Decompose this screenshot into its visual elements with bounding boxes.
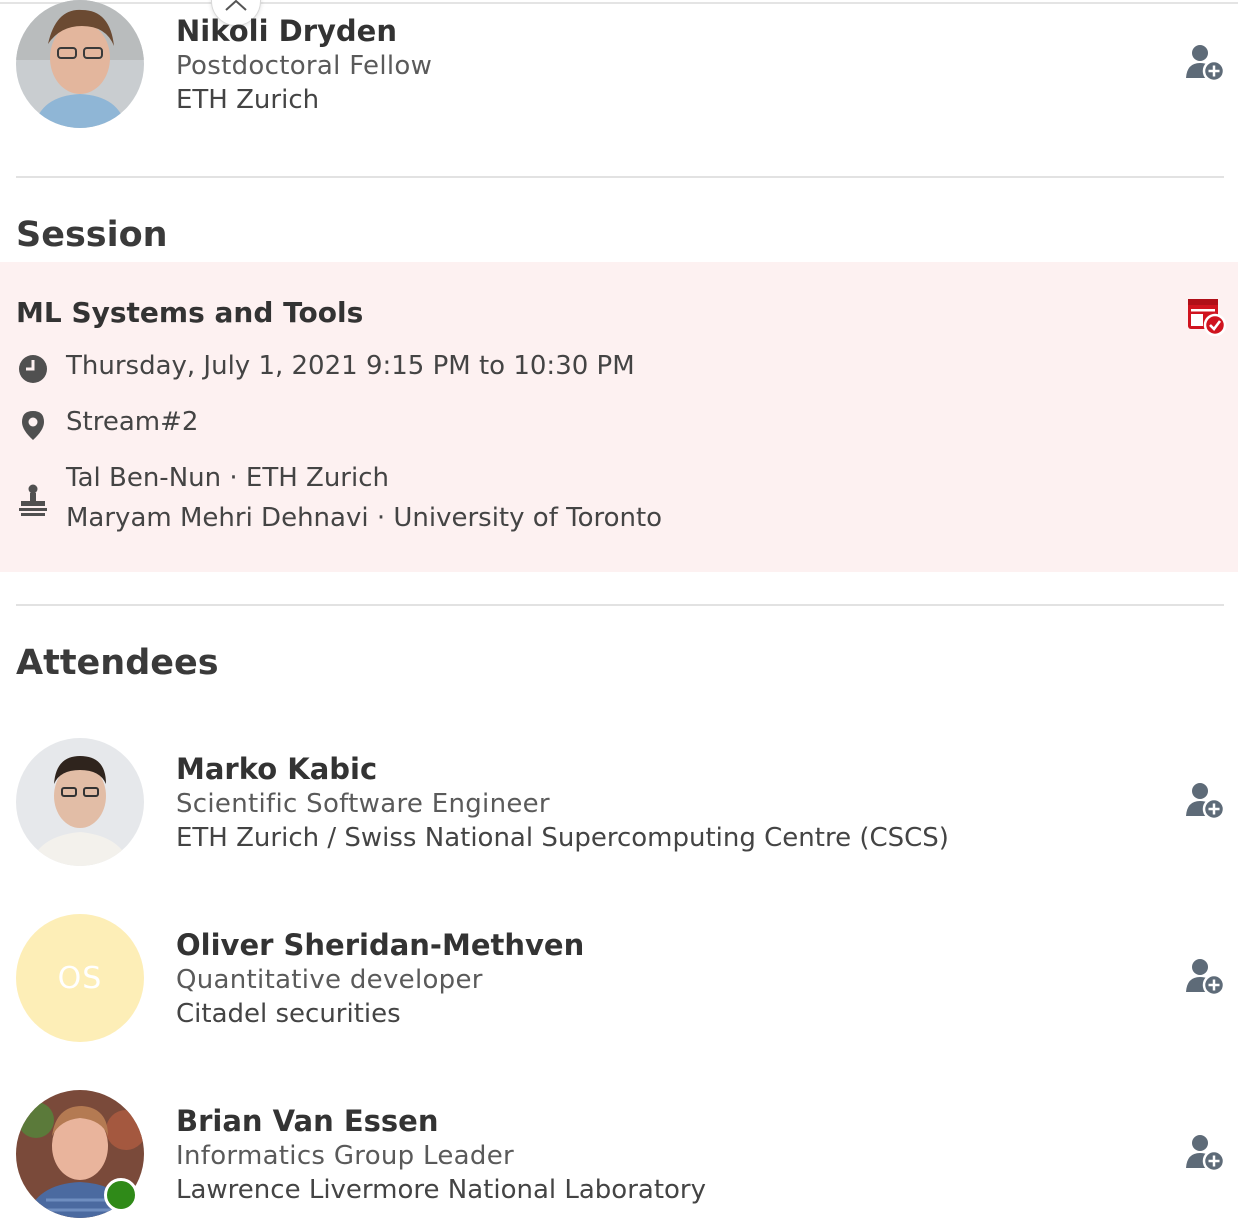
session-title[interactable]: ML Systems and Tools <box>16 296 363 330</box>
add-contact-icon <box>1186 783 1226 821</box>
attendee-org: Lawrence Livermore National Laboratory <box>176 1175 707 1205</box>
session-chair[interactable]: Maryam Mehri Dehnavi · University of Tor… <box>66 502 662 534</box>
add-contact-button[interactable] <box>1184 42 1226 84</box>
attendee-title: Scientific Software Engineer <box>176 789 550 819</box>
avatar-nikoli-dryden[interactable] <box>16 0 144 128</box>
calendar-added-icon <box>1188 299 1227 337</box>
session-datetime: Thursday, July 1, 2021 9:15 PM to 10:30 … <box>66 351 635 381</box>
add-contact-icon <box>1186 959 1226 997</box>
session-heading: Session <box>16 215 168 255</box>
add-contact-button[interactable] <box>1184 1132 1226 1174</box>
attendee-name[interactable]: Marko Kabic <box>176 752 377 786</box>
add-contact-button[interactable] <box>1184 956 1226 998</box>
attendees-heading: Attendees <box>16 643 219 683</box>
attendee-title: Quantitative developer <box>176 965 483 995</box>
session-location: Stream#2 <box>66 407 199 437</box>
calendar-button[interactable] <box>1186 296 1227 337</box>
person-name[interactable]: Nikoli Dryden <box>176 14 397 48</box>
add-contact-icon <box>1186 45 1226 83</box>
attendee-title: Informatics Group Leader <box>176 1141 514 1171</box>
attendee-page: Nikoli Dryden Postdoctoral Fellow ETH Zu… <box>0 0 1238 1232</box>
attendee-org: ETH Zurich / Swiss National Supercomputi… <box>176 823 949 853</box>
avatar-marko-kabic[interactable] <box>16 738 144 866</box>
attendee-name[interactable]: Brian Van Essen <box>176 1104 438 1138</box>
section-divider <box>16 604 1224 606</box>
section-divider <box>16 176 1224 178</box>
person-title: Postdoctoral Fellow <box>176 51 433 81</box>
clock-icon <box>18 354 48 384</box>
speaker-podium-icon <box>18 484 48 516</box>
chevron-up-icon <box>225 0 247 11</box>
online-status-badge <box>104 1178 138 1212</box>
add-contact-button[interactable] <box>1184 780 1226 822</box>
attendee-org: Citadel securities <box>176 999 401 1029</box>
attendee-name[interactable]: Oliver Sheridan-Methven <box>176 928 584 962</box>
person-org: ETH Zurich <box>176 85 320 115</box>
avatar-initials[interactable]: OS <box>16 914 144 1042</box>
location-pin-icon <box>18 410 48 440</box>
session-chair[interactable]: Tal Ben-Nun · ETH Zurich <box>66 462 389 494</box>
top-divider <box>0 2 1238 4</box>
add-contact-icon <box>1186 1135 1226 1173</box>
